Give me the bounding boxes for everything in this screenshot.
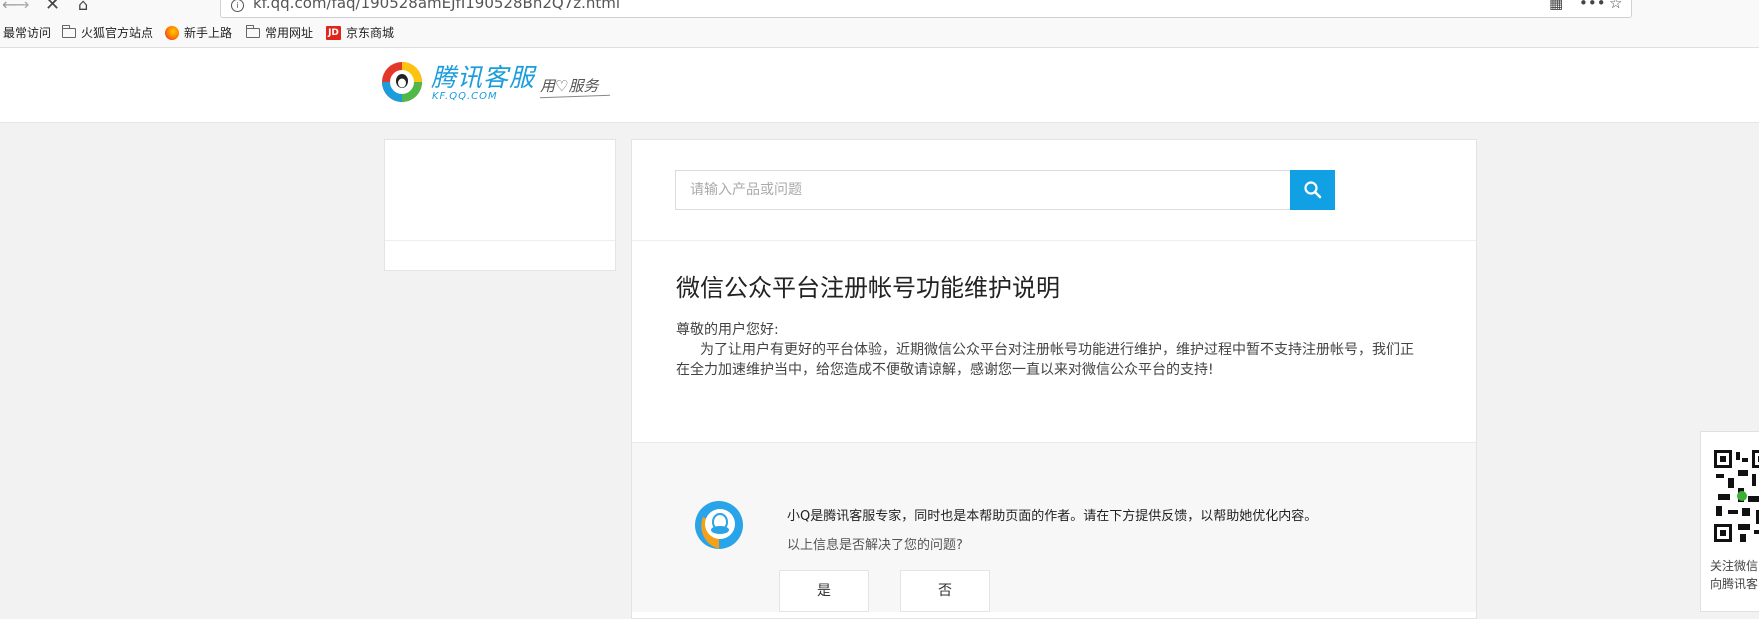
folder-icon	[62, 24, 76, 38]
bookmark-common-sites[interactable]: 常用网址	[246, 24, 313, 41]
url-text[interactable]: kf.qq.com/faq/190528amEJfI190528Bn2Q7z.h…	[253, 0, 620, 12]
forward-arrow-icon[interactable]: →	[16, 0, 29, 14]
article-title: 微信公众平台注册帐号功能维护说明	[676, 274, 1060, 302]
folder-icon	[246, 24, 260, 38]
feedback-section	[632, 442, 1476, 612]
brand-name[interactable]: 腾讯客服	[431, 64, 535, 92]
slogan: 用♡服务	[540, 77, 599, 95]
feedback-question: 以上信息是否解决了您的问题?	[787, 538, 963, 553]
home-icon[interactable]: ⌂	[78, 0, 88, 14]
bookmark-most-visited[interactable]: 最常访问	[3, 24, 51, 41]
star-icon[interactable]: ☆	[1609, 0, 1622, 12]
bookmark-firefox-site[interactable]: 火狐官方站点	[62, 24, 153, 41]
bookmark-jd[interactable]: JD 京东商城	[326, 24, 394, 41]
address-bar[interactable]: i kf.qq.com/faq/190528amEJfI190528Bn2Q7z…	[220, 0, 1632, 18]
brand-domain: KF.QQ.COM	[432, 91, 498, 102]
search-divider	[632, 240, 1476, 241]
qr-caption: 关注微信 向腾讯客	[1710, 559, 1759, 591]
bookmark-getting-started[interactable]: 新手上路	[165, 24, 232, 41]
site-header	[0, 48, 1759, 123]
feedback-no-button[interactable]: 否	[900, 570, 990, 612]
jd-icon: JD	[326, 25, 341, 40]
feedback-yes-button[interactable]: 是	[779, 570, 869, 612]
stop-icon[interactable]: ✕	[45, 0, 60, 14]
sidebar	[384, 139, 616, 271]
info-icon[interactable]: i	[231, 0, 244, 12]
tencent-kf-logo-icon[interactable]	[380, 60, 424, 104]
xiaoq-avatar-icon	[695, 501, 743, 549]
qr-code-icon	[1712, 448, 1759, 544]
sidebar-divider	[385, 240, 615, 241]
more-icon[interactable]: •••	[1579, 0, 1606, 12]
search-button[interactable]	[1290, 170, 1335, 210]
search-input[interactable]	[675, 170, 1291, 210]
browser-toolbar: ⟵ → ✕ ⌂ i kf.qq.com/faq/190528amEJfI1905…	[0, 0, 1759, 18]
bookmarks-bar: 最常访问 火狐官方站点 新手上路 常用网址 JD 京东商城	[0, 18, 1759, 48]
article-body: 尊敬的用户您好: 为了让用户有更好的平台体验，近期微信公众平台对注册帐号功能进行…	[676, 320, 1416, 380]
feedback-intro: 小Q是腾讯客服专家，同时也是本帮助页面的作者。请在下方提供反馈，以帮助她优化内容…	[787, 509, 1318, 524]
qr-code-icon[interactable]: ▦	[1549, 0, 1563, 12]
search-icon	[1303, 181, 1321, 199]
firefox-icon	[165, 25, 179, 40]
article-paragraph: 为了让用户有更好的平台体验，近期微信公众平台对注册帐号功能进行维护，维护过程中暂…	[676, 342, 1414, 378]
article-greeting: 尊敬的用户您好:	[676, 322, 779, 338]
